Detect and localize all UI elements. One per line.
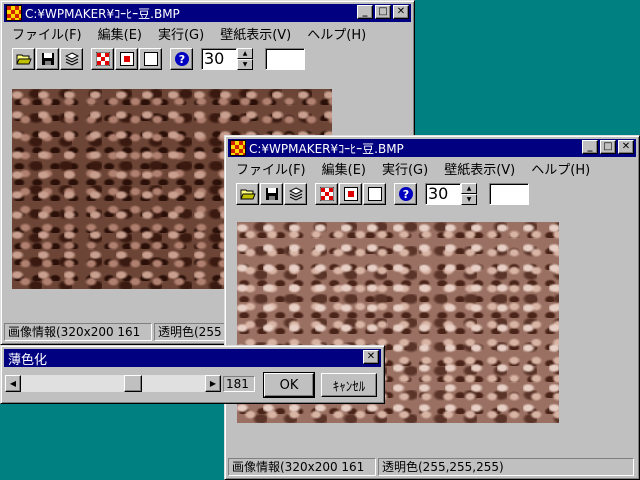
status-transparent-color: 透明色(255,255,255) (378, 458, 634, 476)
color-preview[interactable] (489, 183, 529, 205)
spin-up-button[interactable]: ▲ (461, 183, 477, 194)
app-icon (230, 140, 246, 156)
red-square-icon (119, 52, 134, 66)
open-button[interactable] (12, 48, 35, 70)
front-window-titlebar[interactable]: C:¥WPMAKER¥ｺｰﾋｰ豆.BMP _ □ ✕ (228, 139, 636, 157)
maximize-icon: □ (603, 141, 613, 152)
help-button[interactable]: ? (170, 48, 193, 70)
menu-wallpaper[interactable]: 壁紙表示(V) (436, 159, 523, 178)
menubar: ファイル(F) 編集(E) 実行(G) 壁紙表示(V) ヘルプ(H) (228, 158, 636, 178)
minimize-button[interactable]: _ (357, 5, 373, 19)
checker-button[interactable] (91, 48, 114, 70)
spin-control: 30 ▲ ▼ (201, 48, 253, 70)
cancel-button[interactable]: ｷｬﾝｾﾙ (321, 373, 377, 397)
white-square-icon (367, 187, 382, 201)
help-button[interactable]: ? (394, 183, 417, 205)
spin-value-field[interactable]: 30 (201, 48, 237, 70)
menu-run[interactable]: 実行(G) (150, 24, 212, 43)
menubar: ファイル(F) 編集(E) 実行(G) 壁紙表示(V) ヘルプ(H) (4, 23, 411, 43)
color-preview[interactable] (265, 48, 305, 70)
dialog-close-button[interactable]: ✕ (363, 350, 379, 364)
maximize-icon: □ (378, 6, 388, 17)
toolbar: ? 30 ▲ ▼ (4, 45, 411, 73)
back-window-titlebar[interactable]: C:¥WPMAKER¥ｺｰﾋｰ豆.BMP _ □ ✕ (4, 4, 411, 22)
help-icon: ? (398, 187, 413, 201)
front-window: C:¥WPMAKER¥ｺｰﾋｰ豆.BMP _ □ ✕ ファイル(F) 編集(E)… (224, 135, 640, 480)
menu-run[interactable]: 実行(G) (374, 159, 436, 178)
statusbar: 画像情報(320x200 161 透明色(255,255,255) (228, 458, 636, 476)
window-title: C:¥WPMAKER¥ｺｰﾋｰ豆.BMP (249, 141, 404, 156)
stack-button[interactable] (60, 48, 83, 70)
stack-icon (64, 52, 79, 66)
spin-up-button[interactable]: ▲ (237, 48, 253, 59)
red-square-icon (343, 187, 358, 201)
white-square-icon (143, 52, 158, 66)
dialog-title: 薄色化 (8, 352, 48, 368)
ok-button[interactable]: OK (263, 372, 315, 398)
red-square-button[interactable] (339, 183, 362, 205)
dialog-titlebar[interactable]: 薄色化 ✕ (4, 349, 381, 368)
close-icon: ✕ (621, 141, 631, 152)
save-button[interactable] (36, 48, 59, 70)
checker-icon (95, 52, 110, 66)
arrow-up-icon: ▲ (242, 50, 248, 57)
status-image-info: 画像情報(320x200 161 (4, 323, 152, 341)
spin-value-field[interactable]: 30 (425, 183, 461, 205)
menu-wallpaper[interactable]: 壁紙表示(V) (212, 24, 299, 43)
help-icon: ? (174, 52, 189, 66)
fade-slider[interactable]: ◀ ▶ (5, 375, 221, 392)
close-icon: ✕ (396, 6, 406, 17)
close-icon: ✕ (366, 351, 376, 362)
checker-button[interactable] (315, 183, 338, 205)
spin-down-button[interactable]: ▼ (237, 59, 253, 70)
minimize-icon: _ (362, 6, 368, 17)
slider-right-button[interactable]: ▶ (205, 375, 221, 392)
save-button[interactable] (260, 183, 283, 205)
fade-dialog: 薄色化 ✕ ◀ ▶ 181 OK ｷｬﾝｾﾙ (0, 345, 385, 404)
white-square-button[interactable] (139, 48, 162, 70)
window-title: C:¥WPMAKER¥ｺｰﾋｰ豆.BMP (25, 6, 180, 21)
menu-edit[interactable]: 編集(E) (90, 24, 150, 43)
slider-left-button[interactable]: ◀ (5, 375, 21, 392)
open-folder-icon (15, 54, 32, 65)
spin-down-button[interactable]: ▼ (461, 194, 477, 205)
menu-file[interactable]: ファイル(F) (4, 24, 90, 43)
menu-edit[interactable]: 編集(E) (314, 159, 374, 178)
stack-icon (288, 187, 303, 201)
maximize-button[interactable]: □ (600, 140, 616, 154)
arrow-down-icon: ▼ (466, 196, 472, 203)
svg-text:?: ? (178, 53, 184, 66)
save-disk-icon (41, 53, 54, 65)
arrow-up-icon: ▲ (466, 185, 472, 192)
checker-icon (319, 187, 334, 201)
open-folder-icon (239, 189, 256, 200)
arrow-left-icon: ◀ (9, 379, 17, 388)
minimize-icon: _ (587, 141, 593, 152)
menu-help[interactable]: ヘルプ(H) (523, 159, 598, 178)
white-square-button[interactable] (363, 183, 386, 205)
maximize-button[interactable]: □ (375, 5, 391, 19)
svg-text:?: ? (402, 188, 408, 201)
arrow-right-icon: ▶ (209, 379, 217, 388)
image-area (228, 216, 636, 456)
spin-control: 30 ▲ ▼ (425, 183, 477, 205)
close-button[interactable]: ✕ (393, 5, 409, 19)
slider-thumb[interactable] (123, 375, 142, 392)
stack-button[interactable] (284, 183, 307, 205)
save-disk-icon (265, 188, 278, 200)
open-button[interactable] (236, 183, 259, 205)
menu-file[interactable]: ファイル(F) (228, 159, 314, 178)
arrow-down-icon: ▼ (242, 61, 248, 68)
minimize-button[interactable]: _ (582, 140, 598, 154)
close-button[interactable]: ✕ (618, 140, 634, 154)
menu-help[interactable]: ヘルプ(H) (299, 24, 374, 43)
toolbar: ? 30 ▲ ▼ (228, 180, 636, 208)
app-icon (6, 5, 22, 21)
red-square-button[interactable] (115, 48, 138, 70)
status-image-info: 画像情報(320x200 161 (228, 458, 376, 476)
slider-value: 181 (223, 376, 255, 392)
